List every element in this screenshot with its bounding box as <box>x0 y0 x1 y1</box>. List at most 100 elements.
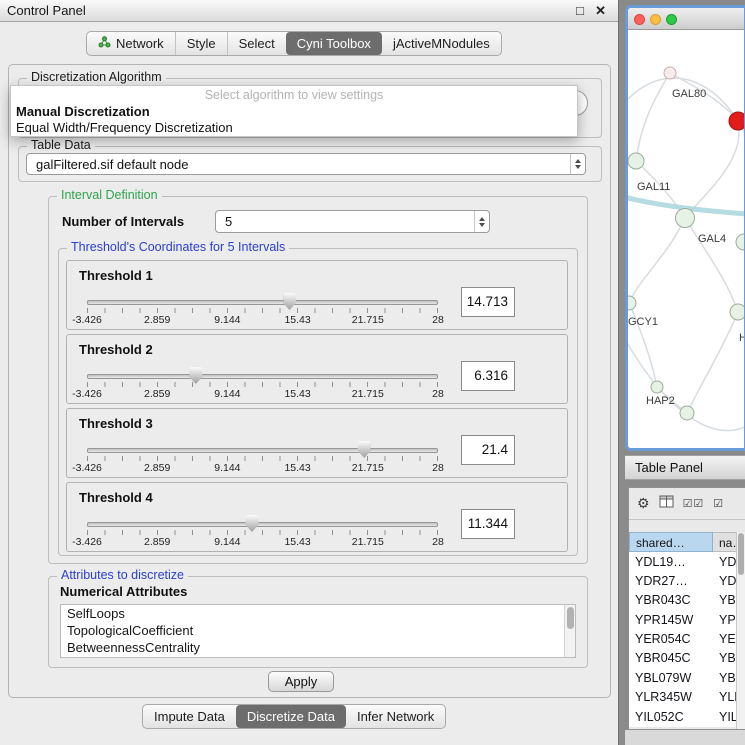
table-scrollbar[interactable] <box>736 532 745 729</box>
table-row[interactable]: YLR345W YLR3 <box>629 688 745 707</box>
slider-ticks <box>87 308 438 313</box>
zoom-button[interactable] <box>666 14 677 25</box>
cell[interactable]: YPR145W <box>629 610 713 629</box>
table-row[interactable]: YBR043C YBR0 <box>629 591 745 610</box>
scale-label: 15.43 <box>284 388 310 400</box>
cell[interactable]: YLR345W <box>629 688 713 707</box>
table-row[interactable]: YDR27… YDR2 <box>629 571 745 590</box>
control-panel-tabbar: Network Style Select Cyni Toolbox jActiv… <box>86 31 502 56</box>
close-button[interactable] <box>634 14 645 25</box>
scale-label: -3.426 <box>72 388 102 400</box>
node <box>736 234 744 250</box>
number-of-intervals-combobox[interactable]: 5 <box>215 210 490 233</box>
control-panel-title: Control Panel <box>7 3 86 18</box>
cell[interactable]: YBR045C <box>629 649 713 668</box>
numerical-attributes-list: SelfLoops TopologicalCoefficient Between… <box>60 604 576 658</box>
tab-cyni-toolbox[interactable]: Cyni Toolbox <box>286 32 382 55</box>
numerical-attributes-label: Numerical Attributes <box>60 584 187 599</box>
tab-select-label: Select <box>239 36 275 51</box>
network-edges <box>628 73 744 431</box>
table-row[interactable]: YBR045C YBR0 <box>629 649 745 668</box>
threshold-4-slider[interactable]: -3.426 2.859 9.144 15.43 21.715 28 <box>87 513 438 551</box>
scrollbar-thumb[interactable] <box>738 533 744 575</box>
tab-infer-network[interactable]: Infer Network <box>346 705 445 728</box>
table-row[interactable]: YIL052C YIL0 <box>629 707 745 726</box>
node-h <box>730 304 744 320</box>
svg-text:GAL4: GAL4 <box>698 233 726 245</box>
scale-label: 21.715 <box>352 314 384 326</box>
tab-jactivemnodules[interactable]: jActiveMNodules <box>382 32 501 55</box>
tab-network[interactable]: Network <box>87 32 175 55</box>
node-hap2 <box>651 381 663 393</box>
threshold-4-value-field[interactable]: 11.344 <box>461 509 515 539</box>
gear-icon[interactable]: ⚙ <box>637 495 650 512</box>
scale-label: -3.426 <box>72 314 102 326</box>
tab-discretize-data[interactable]: Discretize Data <box>236 705 346 728</box>
node-gcy1 <box>628 296 636 310</box>
table-row[interactable]: YER054C YER0 <box>629 630 745 649</box>
number-of-intervals-value: 5 <box>216 214 474 229</box>
cell[interactable]: YDL19… <box>629 552 713 571</box>
scale-label: 21.715 <box>352 388 384 400</box>
list-item-topologicalcoefficient[interactable]: TopologicalCoefficient <box>61 622 575 639</box>
stepper-icon[interactable] <box>474 211 489 232</box>
cell[interactable]: YBR043C <box>629 591 713 610</box>
float-window-icon[interactable]: □ <box>576 3 584 18</box>
svg-text:H: H <box>739 332 744 344</box>
select-rows-icon[interactable]: ☑☑ <box>683 497 705 510</box>
table-data-combobox[interactable]: galFiltered.sif default node <box>26 153 586 175</box>
attributes-scrollbar[interactable] <box>564 605 575 657</box>
minimize-button[interactable] <box>650 14 661 25</box>
stepper-icon[interactable] <box>570 154 585 174</box>
table-panel-bottom-edge <box>625 730 745 745</box>
dropdown-option-manual-discretization[interactable]: Manual Discretization <box>11 104 577 120</box>
scale-label: 15.43 <box>284 314 310 326</box>
threshold-1-slider[interactable]: -3.426 2.859 9.144 15.43 21.715 28 <box>87 291 438 329</box>
network-canvas[interactable]: GAL80 GAL11 GAL4 GCY1 HAP2 H <box>628 30 744 448</box>
node-gal11 <box>628 153 644 169</box>
slider-track[interactable] <box>87 448 438 453</box>
scale-label: 28 <box>432 536 444 548</box>
scale-label: 28 <box>432 388 444 400</box>
apply-button[interactable]: Apply <box>268 671 334 692</box>
tab-style[interactable]: Style <box>175 32 227 55</box>
columns-icon[interactable] <box>659 495 674 513</box>
threshold-panel-1: Threshold 1 14.713 -3.426 2.859 9.144 15… <box>66 260 568 330</box>
dropdown-option-equal-width-frequency[interactable]: Equal Width/Frequency Discretization <box>11 120 577 136</box>
threshold-3-slider[interactable]: -3.426 2.859 9.144 15.43 21.715 28 <box>87 439 438 477</box>
list-item-selfloops[interactable]: SelfLoops <box>61 605 575 622</box>
slider-track[interactable] <box>87 522 438 527</box>
cell[interactable]: YER054C <box>629 630 713 649</box>
cell[interactable]: YDR27… <box>629 571 713 590</box>
tab-impute-data-label: Impute Data <box>154 709 225 724</box>
node-labels: GAL80 GAL11 GAL4 GCY1 HAP2 H <box>628 88 744 407</box>
scrollbar-thumb[interactable] <box>567 607 574 629</box>
close-icon[interactable]: ✕ <box>595 3 606 19</box>
column-header-shared-name[interactable]: shared… <box>629 532 713 552</box>
table-row[interactable]: YBL079W YBL0 <box>629 668 745 687</box>
tab-impute-data[interactable]: Impute Data <box>143 705 236 728</box>
slider-track[interactable] <box>87 374 438 379</box>
tab-select[interactable]: Select <box>227 32 286 55</box>
scale-label: -3.426 <box>72 462 102 474</box>
slider-track[interactable] <box>87 300 438 305</box>
table-panel-window: ⚙ ☑☑ ☑ shared… na… YDL19… YDL1 YDR27… <box>628 487 745 730</box>
list-item-betweennesscentrality[interactable]: BetweennessCentrality <box>61 639 575 656</box>
threshold-2-value-field[interactable]: 6.316 <box>461 361 515 391</box>
threshold-2-slider[interactable]: -3.426 2.859 9.144 15.43 21.715 28 <box>87 365 438 403</box>
table-row[interactable]: YDL19… YDL1 <box>629 552 745 571</box>
table-panel-title: Table Panel <box>625 456 745 475</box>
svg-text:GAL11: GAL11 <box>637 181 670 193</box>
dropdown-placeholder: Select algorithm to view settings <box>11 88 577 104</box>
threshold-3-label: Threshold 3 <box>79 416 153 431</box>
screen: Control Panel □ ✕ Network <box>0 0 745 745</box>
checkbox-icon[interactable]: ☑ <box>713 497 724 510</box>
table-data-combobox-value: galFiltered.sif default node <box>27 157 570 172</box>
cell[interactable]: YIL052C <box>629 707 713 726</box>
threshold-1-value-field[interactable]: 14.713 <box>461 287 515 317</box>
cell[interactable]: YBL079W <box>629 668 713 687</box>
threshold-3-value-field[interactable]: 21.4 <box>461 435 515 465</box>
table-row[interactable]: YPR145W YPR1 <box>629 610 745 629</box>
threshold-1-label: Threshold 1 <box>79 268 153 283</box>
scale-label: -3.426 <box>72 536 102 548</box>
